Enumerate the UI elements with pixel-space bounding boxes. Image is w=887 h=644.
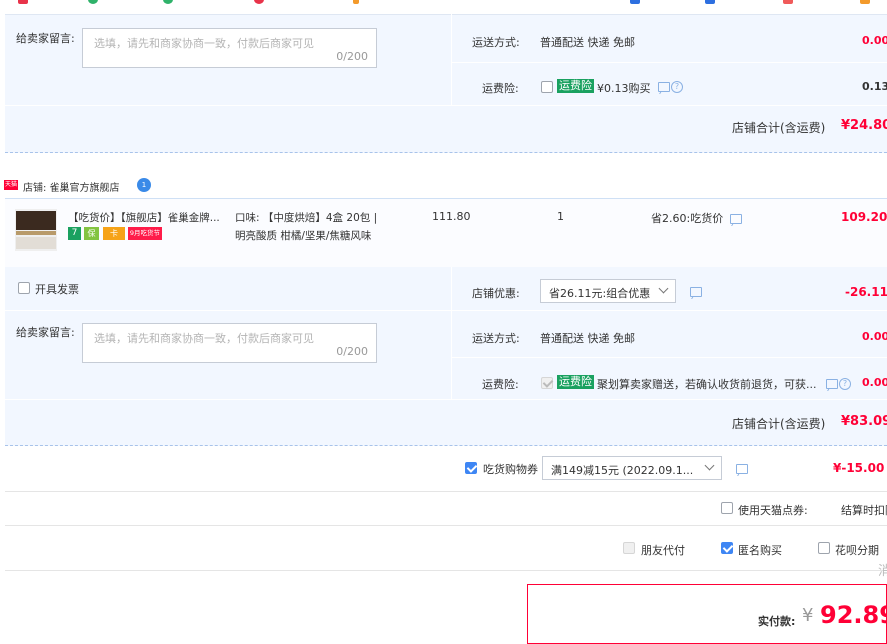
huabei-label[interactable]: 花呗分期 (835, 542, 879, 558)
message-icon[interactable] (730, 214, 742, 224)
message-counter: 0/200 (336, 345, 368, 358)
store-total-label: 店铺合计(含运费) (732, 417, 826, 431)
store2-divider-horizontal (5, 310, 887, 311)
promo-select-value: 省26.11元:组合优惠 (549, 287, 651, 300)
coupon-price: ¥-15.00 (833, 461, 885, 475)
points-row-divider (5, 525, 887, 526)
shipping-price: 0.00 (862, 34, 887, 47)
anonymous-checkbox[interactable] (721, 542, 733, 554)
tmall-points-note: 结算时扣除 (841, 504, 887, 517)
insurance-checkbox[interactable] (541, 81, 553, 93)
store-name[interactable]: 店铺: 雀巢官方旗舰店 (23, 179, 120, 194)
message-icon[interactable] (826, 379, 838, 389)
insurance-label: 运费险: (482, 82, 519, 95)
product-image-strip (16, 237, 56, 249)
shipping-label: 运送方式: (472, 36, 520, 49)
store1-divider-vertical (451, 14, 452, 105)
unit-price: 111.80 (432, 210, 471, 223)
insurance-text: 聚划算卖家赠送，若确认收货前退货，可获... (597, 378, 817, 391)
product-thumbnail[interactable] (15, 209, 57, 251)
shipping-price: 0.00 (862, 330, 887, 343)
store1-divider-horizontal (451, 62, 887, 63)
chevron-down-icon (658, 283, 669, 294)
message-placeholder: 选填，请先和商家协商一致，付款后商家可见 (94, 37, 314, 50)
message-textarea[interactable]: 选填，请先和商家协商一致，付款后商家可见 0/200 (82, 323, 377, 363)
shipping-value: 普通配送 快递 免邮 (540, 36, 635, 49)
coupon-select[interactable]: 满149减15元 (2022.09.1... (542, 456, 722, 480)
red-icon (783, 0, 793, 4)
message-icon[interactable] (736, 464, 748, 474)
product-spec-line1: 口味: 【中度烘焙】4盒 20包 | (235, 212, 378, 224)
quantity: 1 (557, 210, 564, 223)
seven-day-return-icon: 7 (68, 227, 81, 240)
store-total-value: ¥83.09 (841, 414, 887, 429)
discount-text: 省2.60:吃货价 (651, 212, 724, 225)
product-image (16, 211, 56, 230)
coupon-row-divider (5, 491, 887, 492)
payment-label: 实付款: (758, 615, 796, 628)
blue-icon (705, 0, 715, 4)
tmall-points-checkbox[interactable] (721, 502, 733, 514)
insurance-tag: 运费险 (557, 375, 594, 389)
shipping-value: 普通配送 快递 免邮 (540, 332, 635, 345)
foodie-festival-badge: 9月吃货节 (128, 227, 162, 240)
wangwang-chat-icon[interactable]: 1 (137, 178, 151, 192)
insurance-price: 0.13 (862, 80, 887, 93)
message-placeholder: 选填，请先和商家协商一致，付款后商家可见 (94, 332, 314, 345)
message-label: 给卖家留言: (16, 326, 75, 339)
card-icon: 卡 (103, 227, 125, 240)
green-icon (88, 0, 98, 4)
invoice-checkbox[interactable] (18, 282, 30, 294)
product-title[interactable]: 【吃货价】【旗舰店】雀巢金牌... (68, 210, 220, 225)
green-icon (163, 0, 173, 4)
payment-currency: ¥ (802, 605, 814, 626)
friend-pay-label: 朋友代付 (641, 544, 685, 557)
store2-divider-horizontal (5, 399, 887, 400)
promo-price: -26.11 (845, 285, 887, 299)
insurance-tag: 运费险 (557, 79, 594, 93)
insurance-label: 运费险: (482, 378, 519, 391)
store2-divider-horizontal (451, 357, 887, 358)
message-textarea[interactable]: 选填，请先和商家协商一致，付款后商家可见 0/200 (82, 28, 377, 68)
help-icon[interactable]: ? (671, 81, 683, 93)
coupon-select-value: 满149减15元 (2022.09.1... (551, 464, 694, 477)
chevron-down-icon (704, 460, 715, 471)
orange-icon (353, 0, 359, 4)
insurance-text: ¥0.13购买 (597, 82, 651, 95)
store1-divider-horizontal (5, 105, 887, 106)
message-icon[interactable] (658, 82, 670, 92)
coupon-label[interactable]: 吃货购物券 (483, 461, 538, 477)
huabei-checkbox[interactable] (818, 542, 830, 554)
product-spec-line2: 明亮酸质 柑橘/坚果/焦糖风味 (235, 230, 372, 242)
store-total-label: 店铺合计(含运费) (732, 121, 826, 135)
invoice-label[interactable]: 开具发票 (35, 281, 79, 297)
product-subtotal: 109.20 (841, 210, 887, 224)
product-image-strip (16, 231, 56, 235)
help-icon[interactable]: ? (839, 378, 851, 390)
promo-select[interactable]: 省26.11元:组合优惠 (540, 279, 676, 303)
tmall-badge: 天猫 (4, 180, 18, 190)
guarantee-icon: 保 (84, 227, 99, 240)
blue-icon (630, 0, 640, 4)
message-icon[interactable] (690, 287, 702, 297)
store-total-value: ¥24.80 (841, 118, 887, 133)
options-row-divider (5, 570, 887, 571)
red-icon (18, 0, 28, 4)
insurance-price: 0.00 (862, 376, 887, 389)
message-label: 给卖家留言: (16, 32, 75, 45)
payment-amount: 92.89 (820, 601, 887, 629)
red-icon (254, 0, 264, 4)
friend-pay-checkbox (623, 542, 635, 554)
coupon-checkbox[interactable] (465, 462, 477, 474)
store2-divider-vertical (451, 267, 452, 399)
insurance-checkbox (541, 377, 553, 389)
tmall-points-label[interactable]: 使用天猫点券: (738, 502, 808, 518)
message-counter: 0/200 (336, 50, 368, 63)
promo-label: 店铺优惠: (472, 287, 520, 300)
orange-icon (860, 0, 870, 4)
anonymous-label[interactable]: 匿名购买 (738, 542, 782, 558)
side-text: 消 (878, 564, 887, 579)
shipping-label: 运送方式: (472, 332, 520, 345)
